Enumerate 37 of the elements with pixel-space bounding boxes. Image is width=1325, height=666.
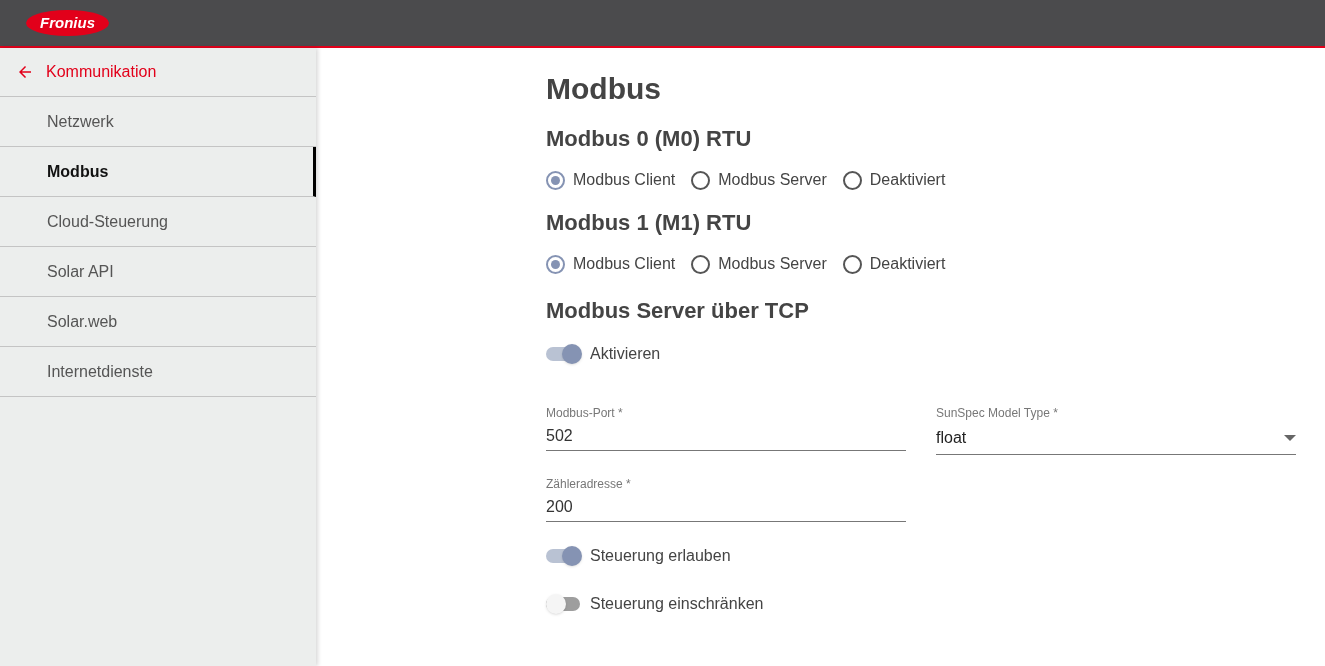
logo[interactable]: Fronius (26, 9, 109, 37)
sidebar-item[interactable]: Modbus (0, 147, 316, 197)
radio-button[interactable] (546, 254, 565, 274)
back-link[interactable]: Kommunikation (0, 48, 316, 97)
radio-option[interactable]: Modbus Client (546, 252, 676, 276)
sidebar-item[interactable]: Internetdienste (0, 347, 316, 397)
toggle-switch[interactable] (546, 546, 582, 566)
toggle-switch[interactable] (546, 594, 582, 614)
radio-option[interactable]: Deaktiviert (842, 252, 946, 276)
field-label: SunSpec Model Type * (936, 405, 1059, 422)
section-title: Modbus 0 (M0) RTU (546, 125, 753, 153)
radio-option[interactable]: Modbus Server (691, 168, 827, 192)
radio-option[interactable]: Modbus Server (691, 252, 827, 276)
toggle-switch[interactable] (546, 344, 582, 364)
field-label: Modbus-Port * (546, 405, 624, 422)
radio-button[interactable] (546, 170, 565, 190)
model-type-dropdown[interactable]: float (936, 422, 1296, 455)
sidebar-item[interactable]: Netzwerk (0, 97, 316, 147)
radio-button[interactable] (691, 170, 711, 190)
section-title: Modbus 1 (M1) RTU (546, 209, 753, 237)
sidebar-item[interactable]: Solar API (0, 247, 316, 297)
toggle-label: Steuerung einschränken (590, 594, 764, 614)
radio-button[interactable] (842, 254, 862, 274)
radio-button[interactable] (691, 254, 711, 274)
page-title: Modbus (546, 71, 662, 107)
sidebar-item[interactable]: Solar.web (0, 297, 316, 347)
radio-option[interactable]: Deaktiviert (842, 168, 946, 192)
sidebar-item[interactable]: Cloud-Steuerung (0, 197, 316, 247)
toggle-label: Aktivieren (590, 344, 661, 364)
radio-button[interactable] (842, 170, 862, 190)
port-input-field[interactable]: 502 (546, 422, 906, 451)
toggle-label: Steuerung erlauben (590, 546, 731, 566)
caret-down-icon (1284, 435, 1296, 441)
radio-option[interactable]: Modbus Client (546, 168, 676, 192)
meter-address-input-field[interactable]: 200 (546, 493, 906, 522)
section-title: Modbus Server über TCP (546, 297, 810, 325)
field-label: Zähleradresse * (546, 476, 632, 493)
